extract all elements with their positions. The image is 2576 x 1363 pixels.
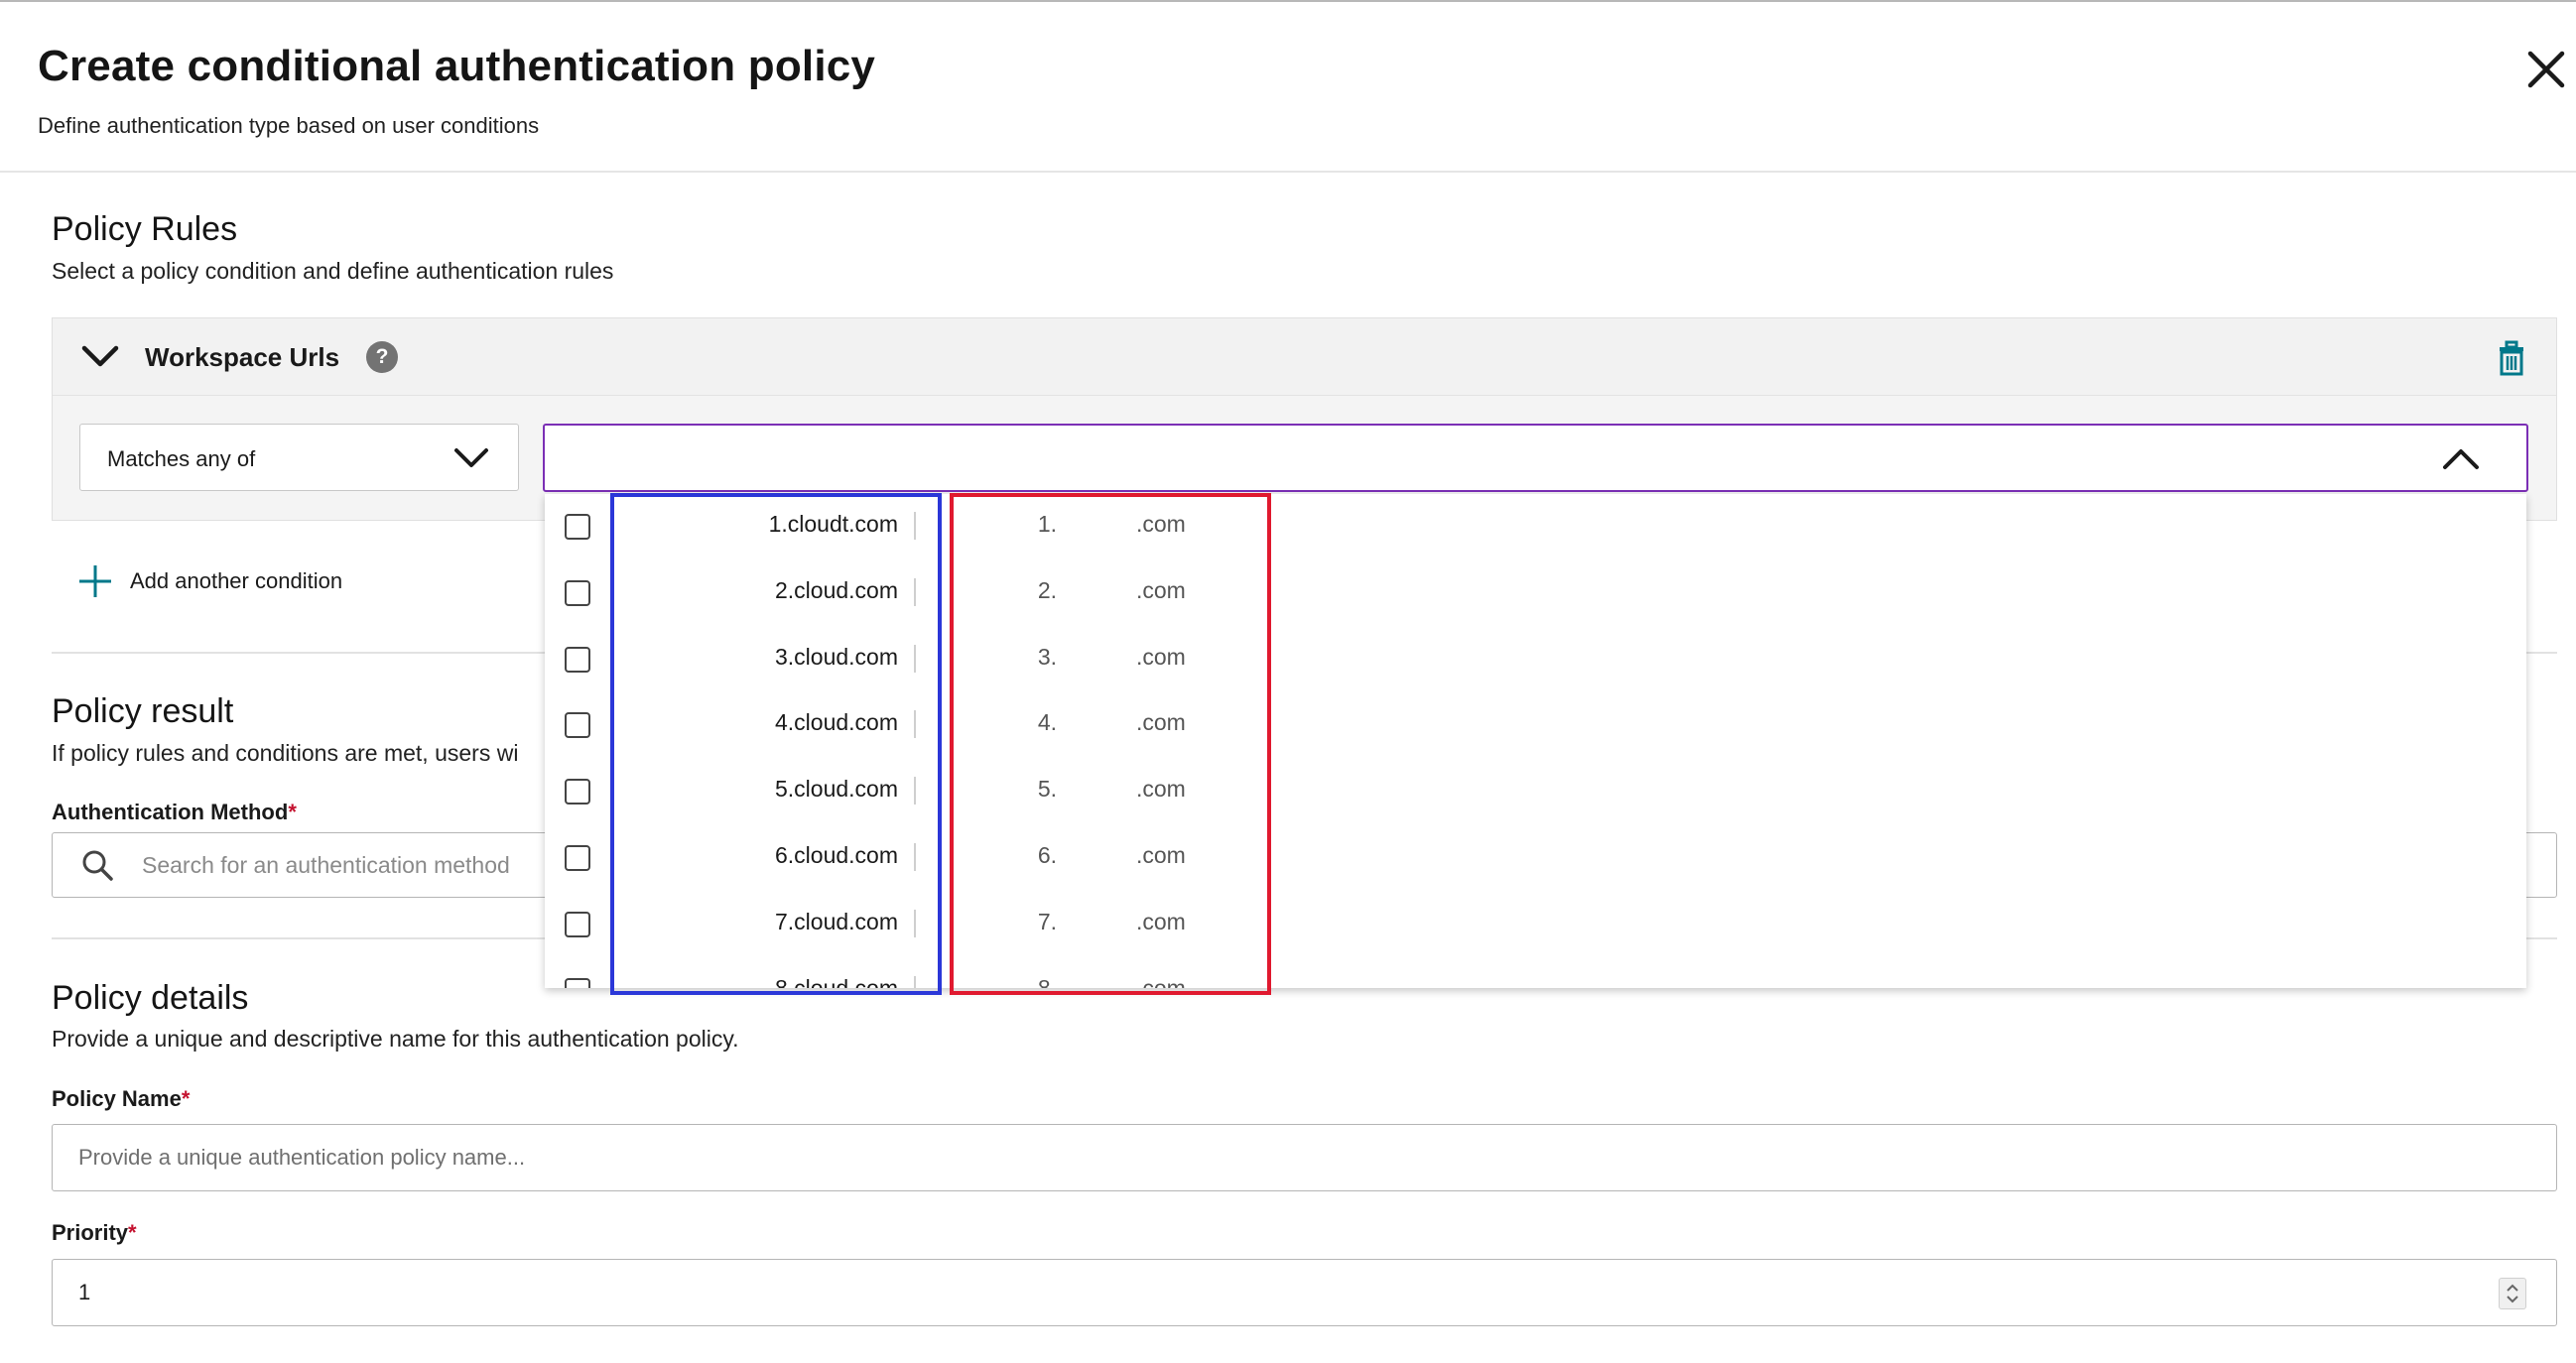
option-number: 6. <box>1037 842 1057 868</box>
dropdown-option[interactable]: 1.cloudt.com 1. .com <box>545 494 2526 559</box>
option-url: 2.cloud.com <box>774 576 898 603</box>
option-checkbox[interactable] <box>565 712 590 739</box>
option-checkbox[interactable] <box>565 579 590 606</box>
policy-result-description: If policy rules and conditions are met, … <box>52 740 519 766</box>
priority-label: Priority* <box>52 1220 137 1245</box>
option-checkbox[interactable] <box>565 911 590 937</box>
option-url: 6.cloud.com <box>774 842 898 868</box>
option-suffix: .com <box>1136 576 1186 603</box>
option-separator <box>914 512 916 540</box>
option-separator <box>914 777 916 805</box>
workspace-url-multiselect[interactable] <box>543 424 2528 492</box>
option-checkbox[interactable] <box>565 977 590 988</box>
policy-result-title: Policy result <box>52 692 234 730</box>
close-button[interactable] <box>2516 40 2576 99</box>
page-title: Create conditional authentication policy <box>38 42 876 90</box>
policy-rules-description: Select a policy condition and define aut… <box>52 258 614 284</box>
add-condition-label: Add another condition <box>130 568 343 593</box>
operator-select-value: Matches any of <box>107 446 256 471</box>
option-separator <box>914 577 916 606</box>
option-url: 3.cloud.com <box>774 643 898 670</box>
option-number: 7. <box>1037 908 1057 934</box>
option-separator <box>914 909 916 937</box>
dropdown-option[interactable]: 2.cloud.com 2. .com <box>545 560 2526 626</box>
option-separator <box>914 843 916 871</box>
plus-icon <box>79 565 111 597</box>
option-suffix: .com <box>1136 643 1186 670</box>
operator-select[interactable]: Matches any of <box>79 424 519 491</box>
page-subtitle: Define authentication type based on user… <box>38 113 540 138</box>
option-number: 1. <box>1037 511 1057 537</box>
condition-title: Workspace Urls <box>145 342 340 372</box>
option-separator <box>914 644 916 673</box>
search-icon <box>82 850 113 881</box>
option-suffix: .com <box>1136 709 1186 736</box>
policy-details-title: Policy details <box>52 979 249 1017</box>
condition-card-header[interactable]: Workspace Urls ? <box>53 318 2556 396</box>
option-suffix: .com <box>1136 842 1186 868</box>
option-checkbox[interactable] <box>565 514 590 540</box>
option-url: 8.cloud.com <box>774 974 898 988</box>
workspace-url-dropdown[interactable]: 1.cloudt.com 1. .com 2.cloud.com 2. .com 3.clo… <box>545 494 2526 988</box>
option-separator <box>914 710 916 739</box>
dropdown-option[interactable]: 6.cloud.com 6. .com <box>545 825 2526 891</box>
option-suffix: .com <box>1136 511 1186 537</box>
option-suffix: .com <box>1136 776 1186 803</box>
policy-name-input[interactable] <box>52 1124 2557 1191</box>
dropdown-option[interactable]: 7.cloud.com 7. .com <box>545 892 2526 957</box>
help-icon[interactable]: ? <box>366 341 398 373</box>
dropdown-option[interactable]: 3.cloud.com 3. .com <box>545 627 2526 692</box>
policy-rules-title: Policy Rules <box>52 210 238 248</box>
dropdown-option[interactable]: 8.cloud.com 8. .com <box>545 958 2526 988</box>
priority-stepper[interactable] <box>2499 1278 2526 1309</box>
option-checkbox[interactable] <box>565 646 590 673</box>
close-icon <box>2527 51 2565 88</box>
top-border <box>0 0 2576 2</box>
policy-details-description: Provide a unique and descriptive name fo… <box>52 1026 739 1052</box>
option-suffix: .com <box>1136 974 1186 988</box>
policy-name-label: Policy Name* <box>52 1086 191 1111</box>
option-url: 7.cloud.com <box>774 908 898 934</box>
option-url: 1.cloudt.com <box>768 511 898 537</box>
option-number: 3. <box>1037 643 1057 670</box>
option-number: 8. <box>1037 974 1057 988</box>
option-number: 5. <box>1037 776 1057 803</box>
option-suffix: .com <box>1136 908 1186 934</box>
option-separator <box>914 975 916 988</box>
dropdown-option[interactable]: 5.cloud.com 5. .com <box>545 759 2526 824</box>
stepper-arrows-icon <box>2507 1284 2518 1303</box>
option-number: 2. <box>1037 576 1057 603</box>
chevron-down-icon[interactable] <box>78 338 122 374</box>
dropdown-option[interactable]: 4.cloud.com 4. .com <box>545 692 2526 758</box>
header-divider <box>0 171 2576 173</box>
option-url: 5.cloud.com <box>774 776 898 803</box>
priority-input[interactable] <box>52 1259 2557 1326</box>
option-checkbox[interactable] <box>565 779 590 805</box>
chevron-up-icon <box>2443 449 2479 469</box>
option-url: 4.cloud.com <box>774 709 898 736</box>
chevron-down-icon <box>454 448 488 467</box>
option-number: 4. <box>1037 709 1057 736</box>
auth-method-label: Authentication Method* <box>52 800 297 824</box>
trash-icon[interactable] <box>2494 338 2529 378</box>
option-checkbox[interactable] <box>565 845 590 871</box>
